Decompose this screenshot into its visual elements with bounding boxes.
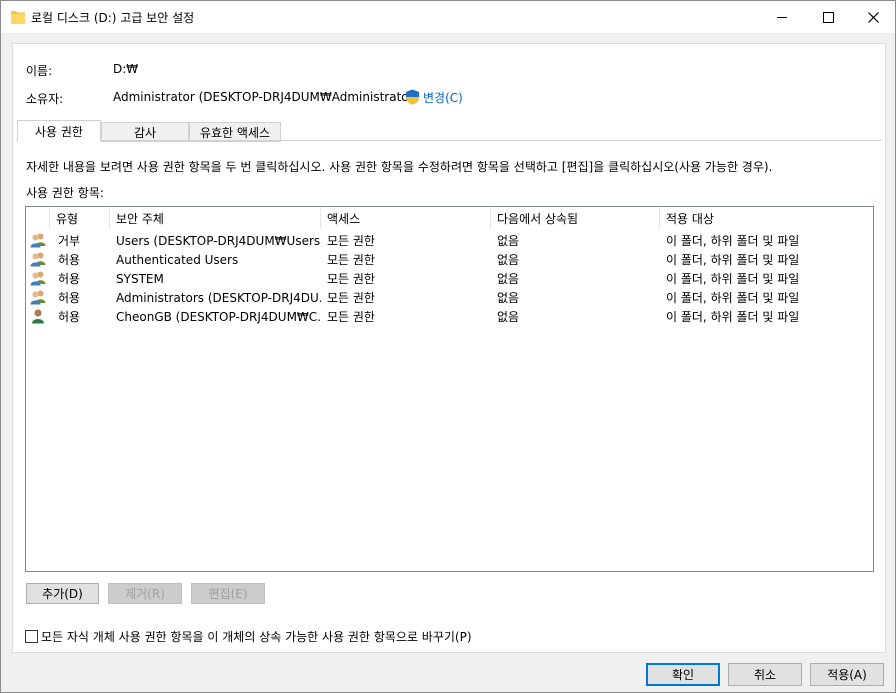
row-inherited: 없음: [497, 291, 520, 305]
apply-button-label: 적용(A): [827, 668, 867, 682]
table-row[interactable]: 거부 Users (DESKTOP-DRJ4DUM₩Users) 모든 권한 없…: [26, 231, 873, 250]
row-access: 모든 권한: [327, 234, 375, 248]
tab-effective-access[interactable]: 유효한 액세스: [189, 122, 281, 142]
row-type: 거부: [58, 234, 81, 248]
column-inherited[interactable]: 다음에서 상속됨: [491, 207, 660, 229]
group-icon: [30, 252, 46, 267]
row-principal: SYSTEM: [116, 271, 164, 286]
column-applies[interactable]: 적용 대상: [660, 207, 873, 229]
permission-entries-list[interactable]: 유형 보안 주체 액세스 다음에서 상속됨 적용 대상 거부 Users (DE…: [25, 206, 874, 572]
row-access: 모든 권한: [327, 272, 375, 286]
tab-auditing-label: 감사: [133, 125, 157, 140]
column-inherited-label: 다음에서 상속됨: [497, 211, 579, 226]
shield-icon: [406, 89, 419, 105]
row-applies: 이 폴더, 하위 폴더 및 파일: [666, 234, 800, 248]
row-access: 모든 권한: [327, 310, 375, 324]
minimize-icon: [777, 17, 787, 18]
owner-label: 소유자:: [26, 92, 64, 106]
row-access: 모든 권한: [327, 291, 375, 305]
group-icon: [30, 233, 46, 248]
maximize-button[interactable]: [805, 1, 851, 33]
folder-icon: [11, 11, 25, 24]
table-row[interactable]: 허용 Authenticated Users 모든 권한 없음 이 폴더, 하위…: [26, 250, 873, 269]
row-inherited: 없음: [497, 272, 520, 286]
row-applies: 이 폴더, 하위 폴더 및 파일: [666, 291, 800, 305]
name-label: 이름:: [26, 64, 53, 78]
ok-button[interactable]: 확인: [646, 663, 720, 686]
column-type[interactable]: 유형: [50, 207, 110, 229]
row-access: 모든 권한: [327, 253, 375, 267]
column-access[interactable]: 액세스: [321, 207, 491, 229]
row-principal: CheonGB (DESKTOP-DRJ4DUM₩C...: [116, 309, 321, 324]
list-header: 유형 보안 주체 액세스 다음에서 상속됨 적용 대상: [26, 207, 873, 229]
add-button[interactable]: 추가(D): [26, 583, 99, 604]
entries-label: 사용 권한 항목:: [26, 186, 104, 200]
column-principal-label: 보안 주체: [116, 211, 164, 226]
change-owner-link[interactable]: 변경(C): [405, 88, 463, 106]
change-owner-label[interactable]: 변경(C): [423, 89, 463, 106]
tab-auditing[interactable]: 감사: [101, 122, 189, 142]
row-principal: Users (DESKTOP-DRJ4DUM₩Users): [116, 233, 321, 248]
close-button[interactable]: [850, 1, 896, 33]
group-icon: [30, 271, 46, 286]
row-type: 허용: [58, 310, 81, 324]
column-type-label: 유형: [56, 211, 79, 226]
row-inherited: 없음: [497, 234, 520, 248]
title-bar[interactable]: 로컬 디스크 (D:) 고급 보안 설정: [1, 1, 895, 33]
row-principal: Administrators (DESKTOP-DRJ4DU...: [116, 290, 321, 305]
apply-button[interactable]: 적용(A): [810, 663, 884, 686]
row-principal: Authenticated Users: [116, 252, 239, 267]
replace-permissions-label[interactable]: 모든 자식 개체 사용 권한 항목을 이 개체의 상속 가능한 사용 권한 항목…: [41, 628, 472, 645]
group-icon: [30, 290, 46, 305]
remove-button-label: 제거(R): [125, 587, 165, 601]
tab-divider: [16, 140, 882, 141]
column-applies-label: 적용 대상: [666, 211, 714, 226]
tab-permissions-label: 사용 권한: [35, 124, 83, 139]
edit-button[interactable]: 편집(E): [191, 583, 265, 604]
column-access-label: 액세스: [327, 211, 361, 226]
row-applies: 이 폴더, 하위 폴더 및 파일: [666, 272, 800, 286]
tab-permissions[interactable]: 사용 권한: [17, 120, 101, 142]
close-icon: [867, 11, 879, 23]
edit-button-label: 편집(E): [208, 587, 248, 601]
remove-button[interactable]: 제거(R): [108, 583, 182, 604]
owner-value: Administrator (DESKTOP-DRJ4DUM₩Administr…: [113, 90, 419, 104]
maximize-icon: [822, 11, 834, 23]
row-type: 허용: [58, 272, 81, 286]
advanced-security-window: 로컬 디스크 (D:) 고급 보안 설정 이름: D:₩ 소유자: Admini…: [0, 0, 896, 693]
tab-effective-access-label: 유효한 액세스: [199, 125, 271, 140]
cancel-button-label: 취소: [753, 668, 777, 682]
cancel-button[interactable]: 취소: [728, 663, 802, 686]
table-row[interactable]: 허용 CheonGB (DESKTOP-DRJ4DUM₩C... 모든 권한 없…: [26, 307, 873, 326]
row-applies: 이 폴더, 하위 폴더 및 파일: [666, 310, 800, 324]
column-principal[interactable]: 보안 주체: [110, 207, 321, 229]
row-type: 허용: [58, 291, 81, 305]
name-value: D:₩: [113, 62, 139, 76]
table-row[interactable]: 허용 SYSTEM 모든 권한 없음 이 폴더, 하위 폴더 및 파일: [26, 269, 873, 288]
instructions-text: 자세한 내용을 보려면 사용 권한 항목을 두 번 클릭하십시오. 사용 권한 …: [26, 160, 773, 174]
table-row[interactable]: 허용 Administrators (DESKTOP-DRJ4DU... 모든 …: [26, 288, 873, 307]
row-applies: 이 폴더, 하위 폴더 및 파일: [666, 253, 800, 267]
replace-permissions-checkbox[interactable]: [25, 630, 38, 643]
window-title: 로컬 디스크 (D:) 고급 보안 설정: [31, 11, 195, 25]
add-button-label: 추가(D): [42, 587, 83, 601]
ok-button-label: 확인: [671, 668, 695, 682]
content-panel: 이름: D:₩ 소유자: Administrator (DESKTOP-DRJ4…: [12, 43, 886, 653]
minimize-button[interactable]: [759, 1, 805, 33]
column-icon[interactable]: [26, 207, 50, 229]
row-inherited: 없음: [497, 253, 520, 267]
user-icon: [32, 309, 44, 324]
row-type: 허용: [58, 253, 81, 267]
row-inherited: 없음: [497, 310, 520, 324]
